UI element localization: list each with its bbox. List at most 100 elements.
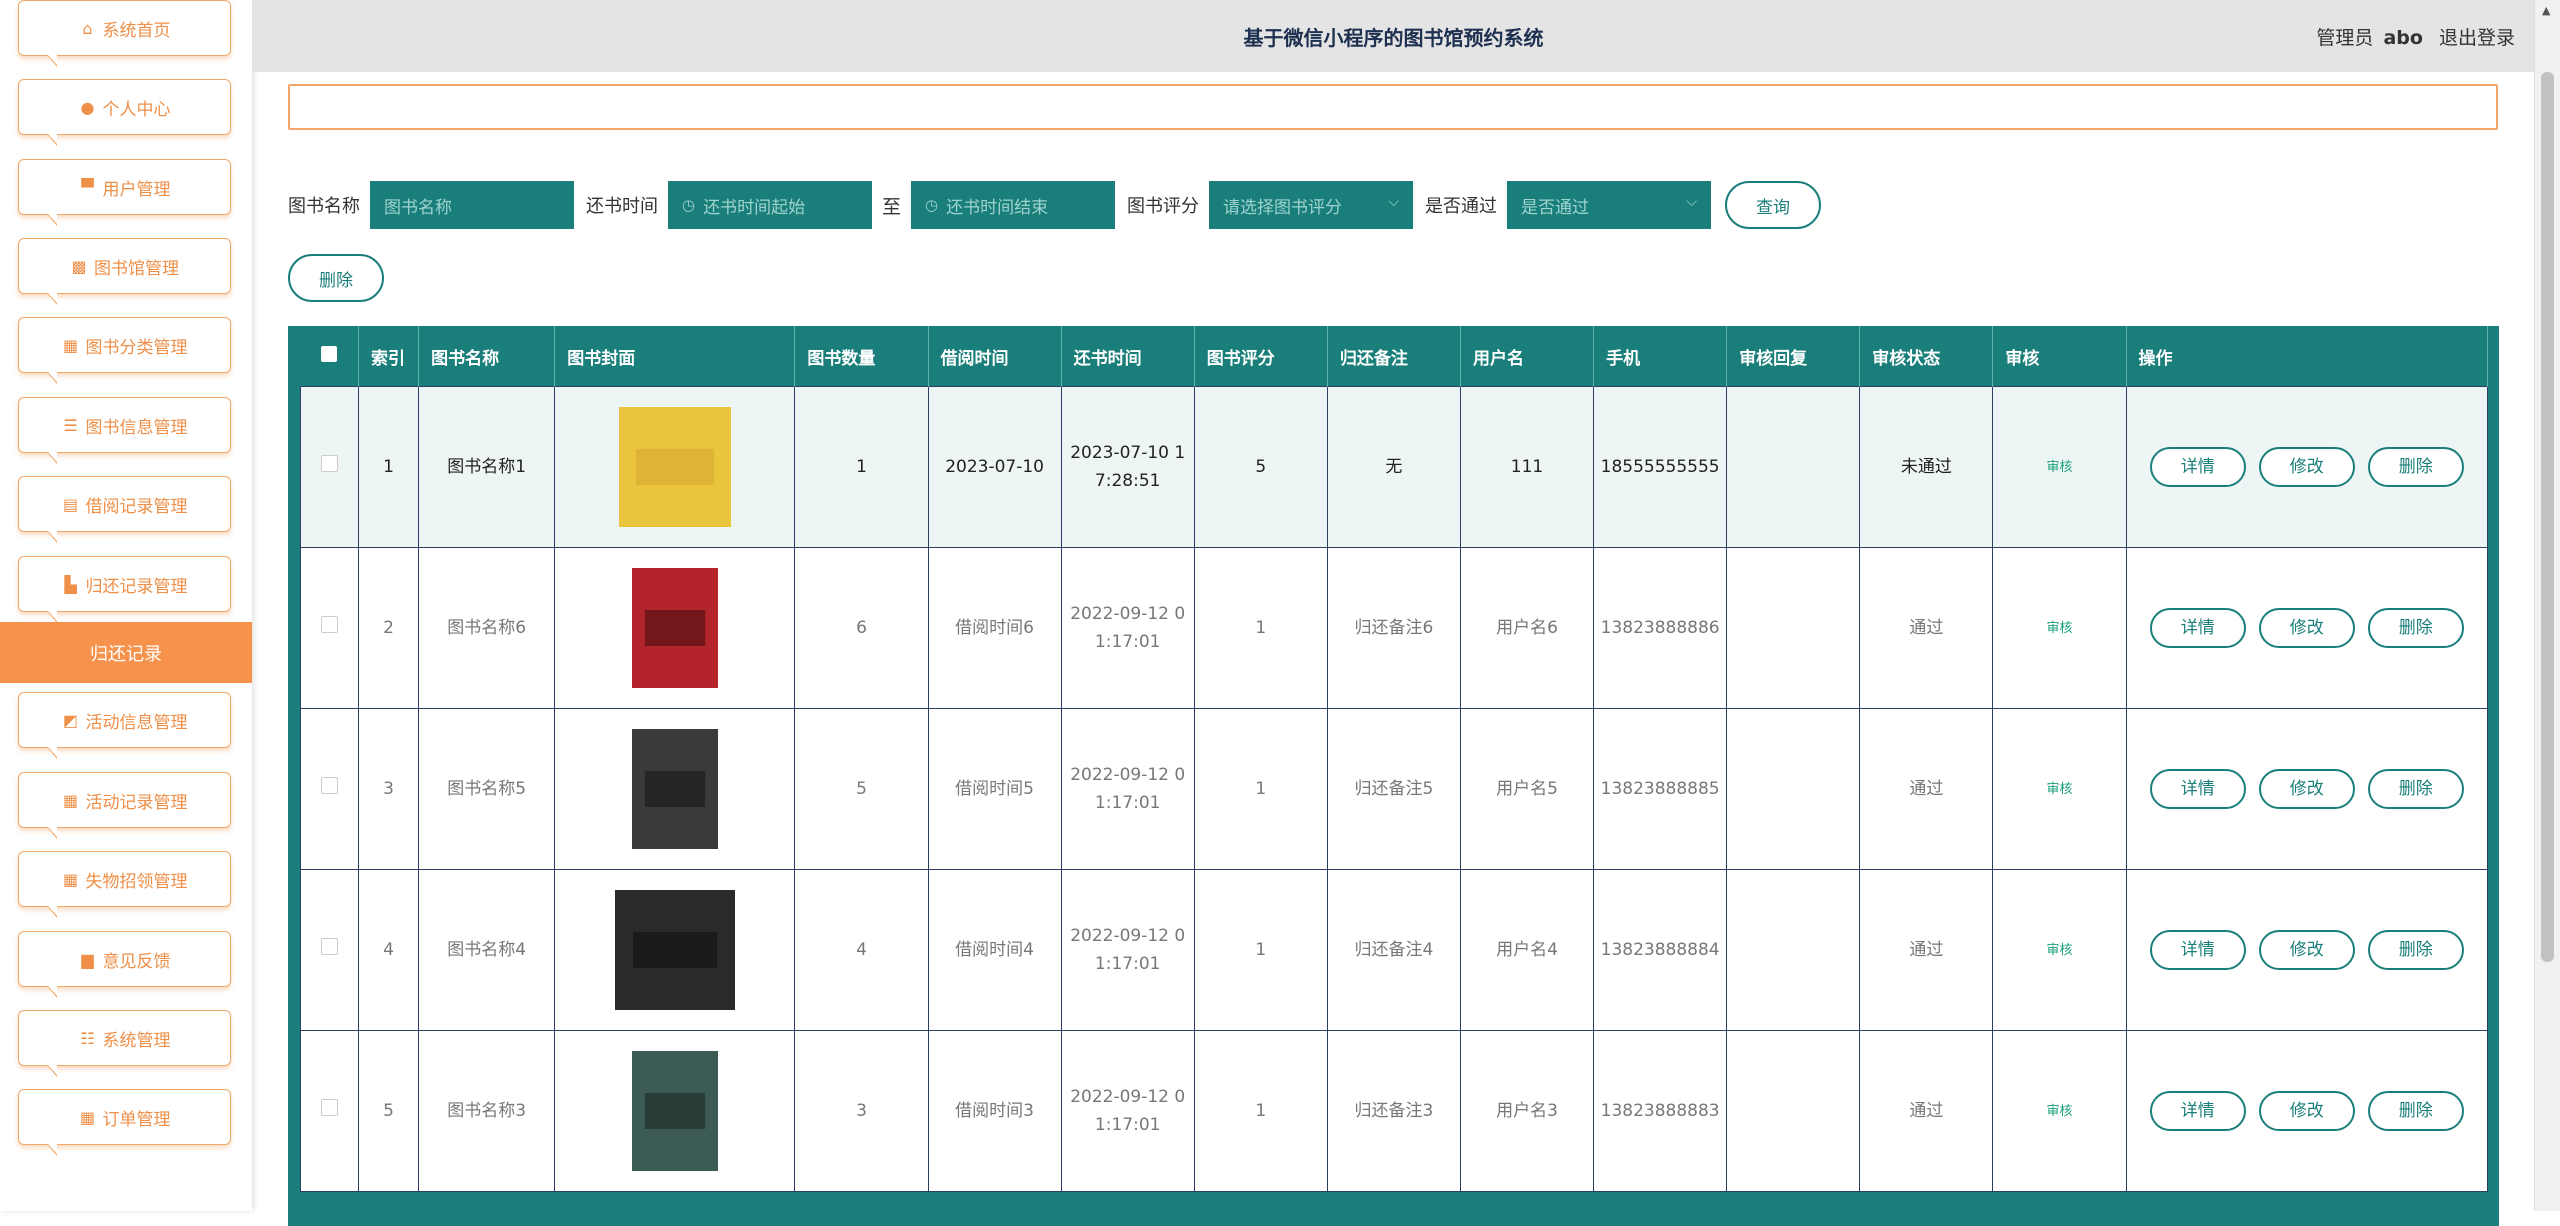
sidebar-item[interactable]: ▆ 意见反馈 <box>18 931 231 998</box>
sidebar-item-label: 系统首页 <box>102 20 171 41</box>
row-checkbox[interactable] <box>299 869 360 1031</box>
username: abo <box>2383 27 2423 49</box>
cell-book-name: 图书名称6 <box>418 547 556 709</box>
detail-button[interactable]: 详情 <box>2149 930 2246 970</box>
clock-icon: ◷ <box>682 196 696 214</box>
return-time-start-input[interactable]: ◷ 还书时间起始 <box>668 181 872 229</box>
grid-icon: ▦ <box>62 869 79 889</box>
detail-button[interactable]: 详情 <box>2149 769 2246 809</box>
sidebar-item[interactable]: ▩ 图书馆管理 <box>18 238 231 305</box>
scroll-up-icon[interactable]: ▲ <box>2542 4 2550 17</box>
table-row[interactable]: 4 图书名称4 4 借阅时间4 2022-09-12 01:17:01 1 归还备注4 用户名… <box>299 869 2489 1031</box>
sidebar-item-label: 借阅记录管理 <box>85 496 188 517</box>
chat-icon: ▆ <box>81 949 94 969</box>
table-row[interactable]: 3 图书名称5 5 借阅时间5 2022-09-12 01:17:01 1 归还备注5 用户名… <box>299 708 2489 870</box>
cell-actions: 详情 修改 删除 <box>2125 1030 2489 1192</box>
table-row[interactable]: 1 图书名称1 1 2023-07-10 2023-07-10 17:28:51 5 无 11… <box>299 386 2489 548</box>
delete-button[interactable]: 删除 <box>2367 608 2464 648</box>
sidebar-item[interactable]: ⌂ 系统首页 <box>18 0 231 67</box>
query-button[interactable]: 查询 <box>1725 181 1822 229</box>
scrollbar-thumb[interactable] <box>2541 72 2554 962</box>
sidebar-item[interactable]: ▀ 用户管理 <box>18 159 231 226</box>
row-checkbox[interactable] <box>299 1030 360 1192</box>
sidebar-item[interactable]: ▦ 图书分类管理 <box>18 317 231 384</box>
sidebar-item[interactable]: ▦ 订单管理 <box>18 1089 231 1156</box>
cell-phone: 18555555555 <box>1593 386 1728 548</box>
sidebar-item[interactable]: ◩ 活动信息管理 <box>18 692 231 759</box>
delete-button[interactable]: 删除 <box>2367 447 2464 487</box>
search-bar: 图书名称 图书名称 还书时间 ◷ 还书时间起始 至 ◷ 还书时间结束 图书评分 请选… <box>288 181 1822 229</box>
delete-button[interactable]: 删除 <box>2367 930 2464 970</box>
sidebar-item[interactable]: ▦ 活动记录管理 <box>18 772 231 839</box>
sidebar-item[interactable]: ☰ 图书信息管理 <box>18 397 231 464</box>
delete-button[interactable]: 删除 <box>2367 769 2464 809</box>
cell-username: 用户名5 <box>1459 708 1595 870</box>
logout-link[interactable]: 退出登录 <box>2439 27 2515 49</box>
edit-button[interactable]: 修改 <box>2258 1091 2355 1131</box>
row-checkbox[interactable] <box>299 386 360 548</box>
cell-rating: 1 <box>1193 547 1328 709</box>
audit-link[interactable]: 审核 <box>2046 943 2072 958</box>
ticket-icon: ▩ <box>71 256 87 276</box>
delete-button[interactable]: 删除 <box>2367 1091 2464 1131</box>
book-cover-image <box>614 890 735 1010</box>
sidebar-item-label: 活动记录管理 <box>85 792 188 813</box>
select-all-checkbox[interactable] <box>300 326 360 387</box>
edit-button[interactable]: 修改 <box>2258 608 2355 648</box>
return-time-end-input[interactable]: ◷ 还书时间结束 <box>911 181 1116 229</box>
cell-audit: 审核 <box>1992 708 2127 870</box>
sidebar-item[interactable]: ● 个人中心 <box>18 79 231 146</box>
sidebar-item[interactable]: ▙ 归还记录管理 <box>18 556 231 623</box>
vertical-scrollbar[interactable]: ▲ <box>2534 0 2560 1211</box>
book-cover-image <box>631 729 718 849</box>
list-icon: ☰ <box>63 415 78 435</box>
cell-return-time: 2022-09-12 01:17:01 <box>1060 547 1195 709</box>
cell-audit-status: 通过 <box>1859 869 1994 1031</box>
sidebar-item[interactable]: ▤ 借阅记录管理 <box>18 476 231 543</box>
sidebar-item[interactable]: ▦ 失物招领管理 <box>18 851 231 918</box>
cell-book-name: 图书名称4 <box>418 869 556 1031</box>
monitor-icon: ▀ <box>81 177 94 197</box>
page-title: 基于微信小程序的图书馆预约系统 <box>1243 26 1544 50</box>
cell-borrow-time: 借阅时间5 <box>927 708 1062 870</box>
book-name-input[interactable]: 图书名称 <box>370 181 574 229</box>
cell-index: 4 <box>358 869 420 1031</box>
cell-quantity: 4 <box>794 869 929 1031</box>
cell-quantity: 5 <box>794 708 929 870</box>
cell-return-note: 归还备注3 <box>1326 1030 1461 1192</box>
cell-audit-status: 通过 <box>1859 708 1994 870</box>
grid-icon: ▦ <box>62 790 79 810</box>
detail-button[interactable]: 详情 <box>2149 608 2246 648</box>
rating-select[interactable]: 请选择图书评分 ⌵ <box>1209 181 1414 229</box>
row-checkbox[interactable] <box>299 708 360 870</box>
edit-button[interactable]: 修改 <box>2258 769 2355 809</box>
cell-actions: 详情 修改 删除 <box>2125 708 2489 870</box>
audit-link[interactable]: 审核 <box>2046 1104 2072 1119</box>
table-row[interactable]: 2 图书名称6 6 借阅时间6 2022-09-12 01:17:01 1 归还备注6 用户名… <box>299 547 2489 709</box>
cell-username: 用户名6 <box>1459 547 1595 709</box>
detail-button[interactable]: 详情 <box>2149 1091 2246 1131</box>
sidebar-item[interactable]: ☷ 系统管理 <box>18 1010 231 1077</box>
table-row[interactable]: 5 图书名称3 3 借阅时间3 2022-09-12 01:17:01 1 归还备注3 用户名… <box>299 1030 2489 1192</box>
grid-icon: ▦ <box>79 1107 96 1127</box>
detail-button[interactable]: 详情 <box>2149 447 2246 487</box>
column-header: 索引 <box>358 326 420 387</box>
edit-button[interactable]: 修改 <box>2258 930 2355 970</box>
edit-button[interactable]: 修改 <box>2258 447 2355 487</box>
thumb-icon: ▙ <box>64 574 77 594</box>
column-header: 手机 <box>1593 326 1728 387</box>
audit-link[interactable]: 审核 <box>2046 460 2072 475</box>
sidebar-subitem-return-records[interactable]: 归还记录 <box>0 622 252 683</box>
cell-book-name: 图书名称3 <box>418 1030 556 1192</box>
audit-link[interactable]: 审核 <box>2046 621 2072 636</box>
audit-link[interactable]: 审核 <box>2046 782 2072 797</box>
cell-username: 111 <box>1459 386 1595 548</box>
batch-delete-button[interactable]: 删除 <box>288 254 384 302</box>
pass-select[interactable]: 是否通过 ⌵ <box>1507 181 1712 229</box>
sidebar: ⌂ 系统首页 ● 个人中心 ▀ 用户管理 ▩ 图书馆管理 ▦ 图书分类管理 ☰ 图书信息管理 ▤ 借阅记录… <box>0 0 252 1211</box>
row-checkbox[interactable] <box>299 547 360 709</box>
cell-audit-reply <box>1726 386 1861 548</box>
breadcrumb <box>288 84 2498 130</box>
column-header: 审核状态 <box>1859 326 1994 387</box>
sidebar-item-label: 个人中心 <box>102 99 171 120</box>
